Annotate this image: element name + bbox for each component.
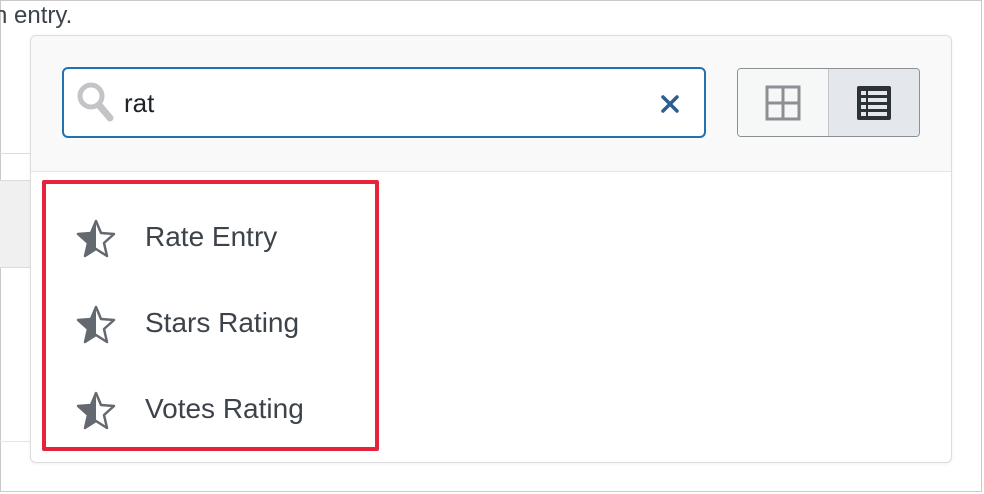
background-text: n entry. <box>0 2 73 29</box>
search-results: Rate Entry Stars Rating Votes Rating <box>42 180 379 451</box>
result-item-rate-entry[interactable]: Rate Entry <box>46 206 375 266</box>
view-toggle <box>737 68 920 137</box>
search-input[interactable] <box>124 83 644 123</box>
star-half-icon <box>76 391 116 430</box>
result-label: Rate Entry <box>145 221 278 252</box>
grid-view-button[interactable] <box>738 69 829 136</box>
list-icon <box>857 85 891 120</box>
list-view-button[interactable] <box>829 69 919 136</box>
grid-icon <box>765 85 801 120</box>
search-icon <box>77 82 114 122</box>
background-divider <box>0 441 30 442</box>
star-half-icon <box>76 219 116 258</box>
search-field[interactable] <box>62 67 706 138</box>
result-item-stars-rating[interactable]: Stars Rating <box>46 292 375 352</box>
result-item-votes-rating[interactable]: Votes Rating <box>46 378 375 438</box>
star-half-icon <box>76 305 116 344</box>
background-divider <box>0 153 30 154</box>
background-panel <box>0 180 30 268</box>
popover-header <box>31 36 951 172</box>
result-label: Stars Rating <box>145 307 300 338</box>
field-picker-popover: Rate Entry Stars Rating Votes Rating <box>30 35 952 463</box>
result-label: Votes Rating <box>145 393 304 424</box>
close-icon <box>661 95 679 113</box>
clear-search-button[interactable] <box>657 91 683 117</box>
